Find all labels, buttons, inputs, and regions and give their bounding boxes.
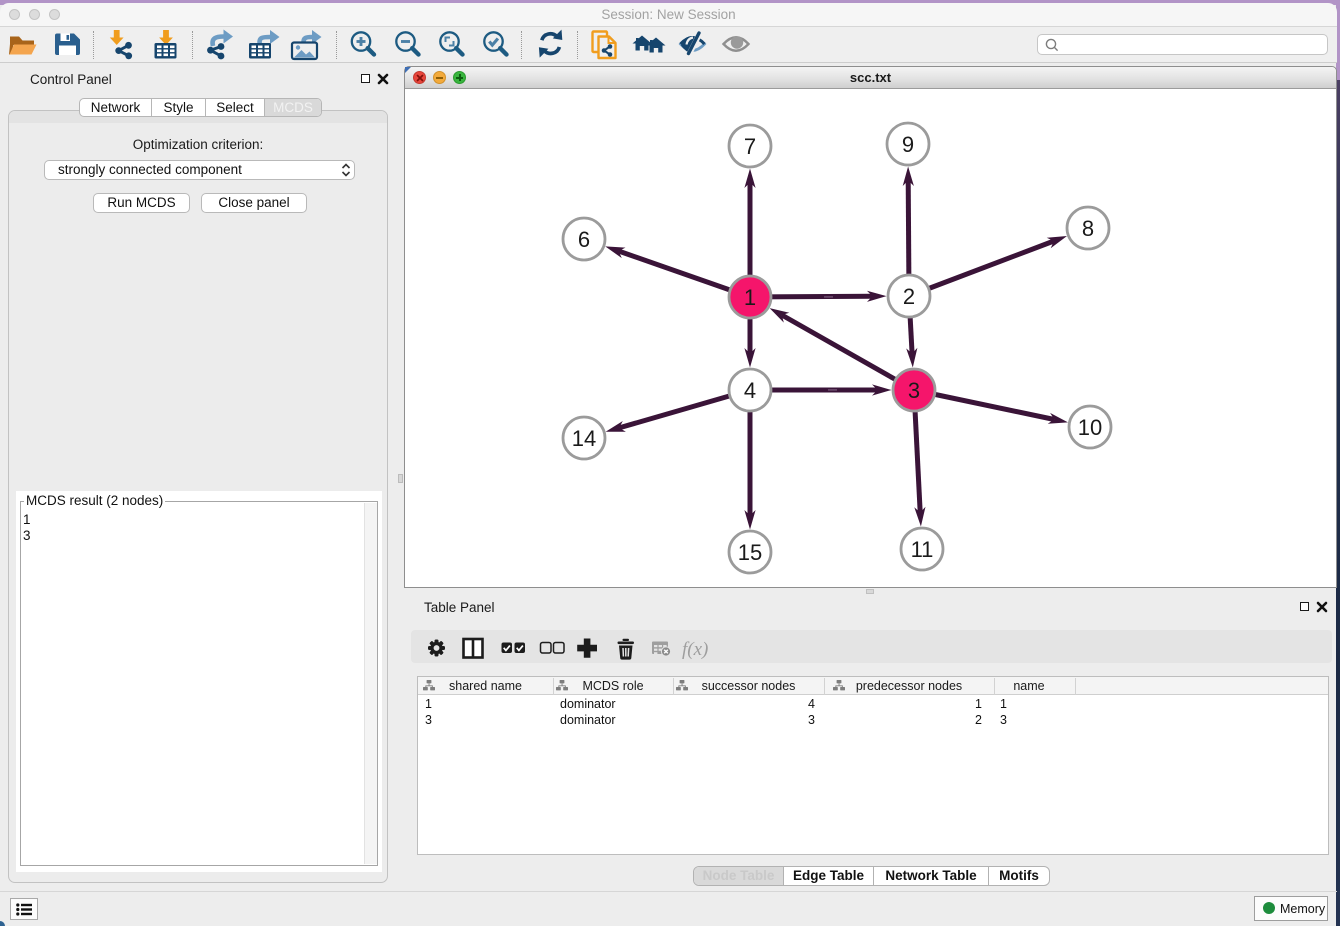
svg-text:7: 7 bbox=[744, 134, 756, 159]
svg-text:f(x): f(x) bbox=[682, 639, 708, 660]
svg-text:8: 8 bbox=[1082, 216, 1094, 241]
svg-text:9: 9 bbox=[902, 132, 914, 157]
svg-text:11: 11 bbox=[911, 537, 934, 562]
svg-text:14: 14 bbox=[572, 426, 596, 451]
svg-text:3: 3 bbox=[908, 378, 920, 403]
svg-text:15: 15 bbox=[738, 540, 762, 565]
svg-text:2: 2 bbox=[903, 284, 915, 309]
svg-text:10: 10 bbox=[1078, 415, 1102, 440]
svg-text:1: 1 bbox=[744, 285, 756, 310]
svg-text:6: 6 bbox=[578, 227, 590, 252]
svg-text:4: 4 bbox=[744, 378, 756, 403]
